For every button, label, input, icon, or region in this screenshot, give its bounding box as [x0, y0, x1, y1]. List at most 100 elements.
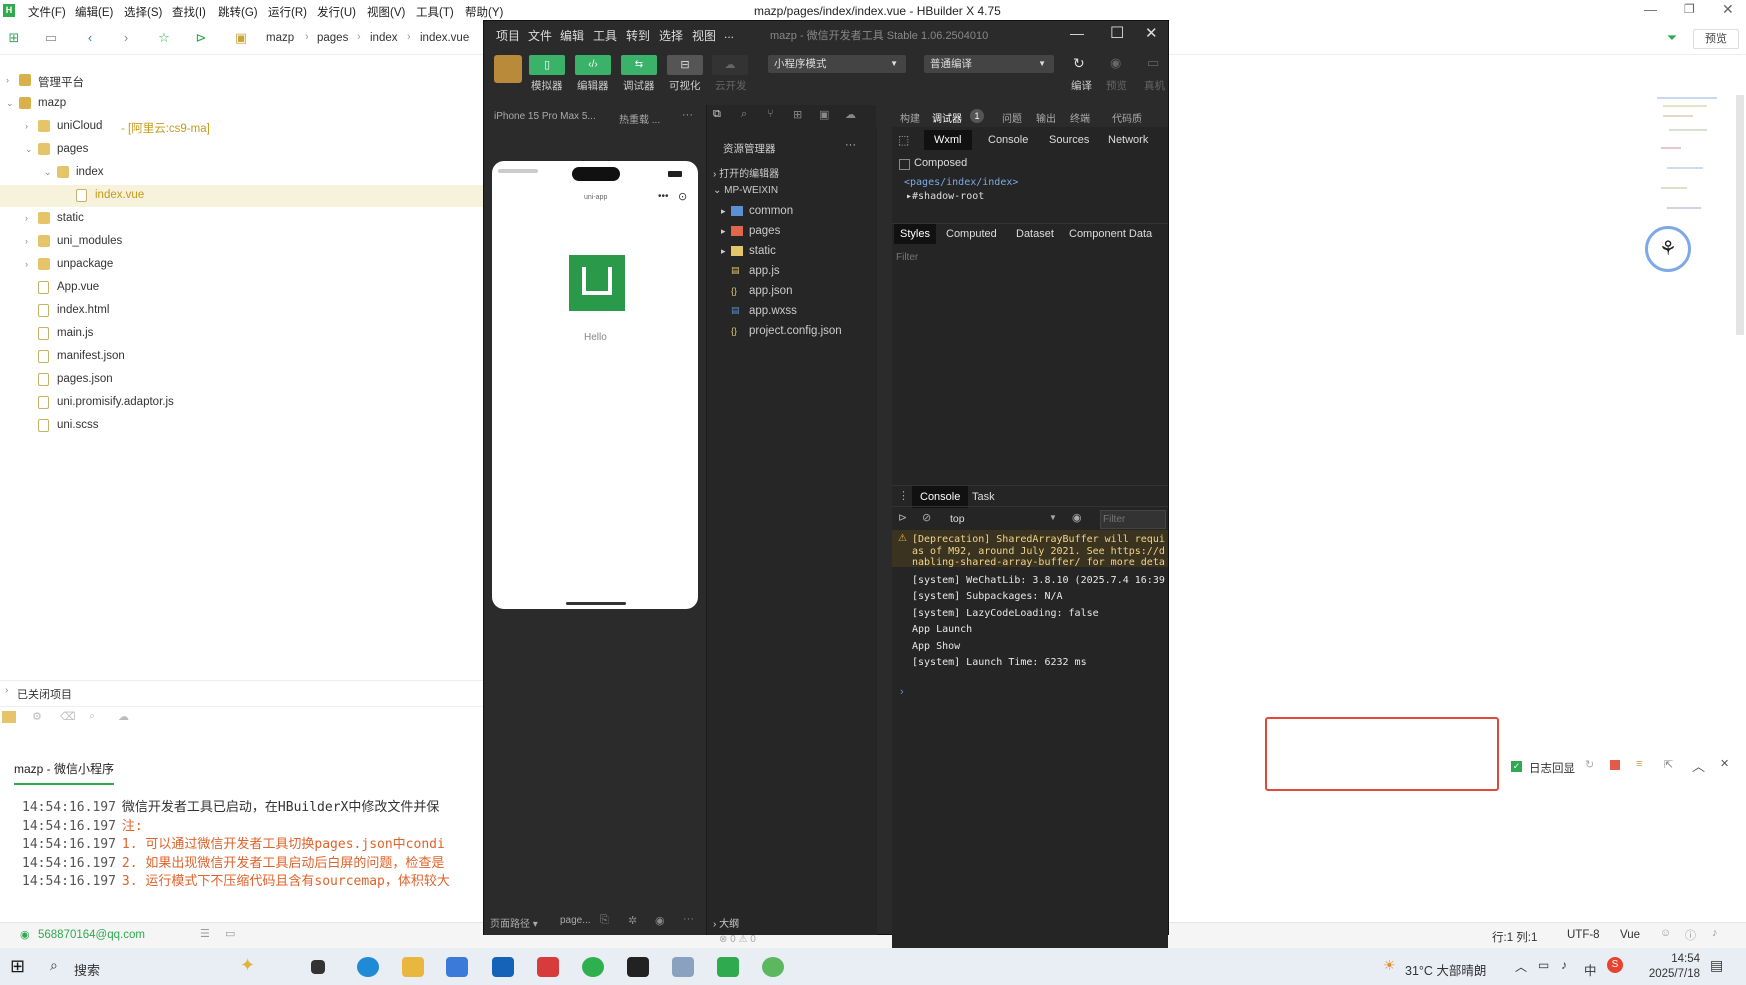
search-icon[interactable]: ⌕ [50, 957, 58, 974]
language[interactable]: Vue [1620, 929, 1640, 941]
device-icon[interactable]: ▭ [1147, 55, 1159, 71]
chevron-down-icon[interactable]: ⌄ [6, 98, 14, 109]
stop-icon[interactable] [1610, 760, 1620, 770]
composed-checkbox[interactable] [899, 159, 910, 170]
explorer-item[interactable]: ▸ common [721, 205, 793, 225]
chevron-right-icon[interactable]: › [6, 75, 9, 85]
copy-files-icon[interactable]: ⧉ [713, 108, 721, 121]
wx-menu-edit[interactable]: 编辑 [560, 27, 584, 44]
menu-tools[interactable]: 工具(T) [416, 4, 454, 20]
store-icon[interactable] [446, 957, 468, 977]
task-view-icon[interactable] [311, 960, 325, 974]
explorer-item[interactable]: ▸ static [721, 245, 776, 265]
tree-item[interactable]: uni.promisify.adaptor.js [0, 392, 484, 414]
editor-button[interactable]: ‹/› [575, 55, 611, 75]
error-count[interactable]: ⊗ 0 ⚠ 0 [719, 934, 756, 945]
explorer-item[interactable]: ▤ app.wxss [721, 305, 797, 325]
page-path-select[interactable]: 页面路径 ▾ [490, 915, 538, 930]
tree-item[interactable]: index.vue [0, 185, 484, 207]
capsule-more-icon[interactable]: ••• [658, 191, 669, 202]
wechat-icon[interactable] [582, 957, 604, 977]
plugin-icon[interactable]: ⚙ [32, 710, 42, 723]
cursor-position[interactable]: 行:1 列:1 [1492, 929, 1537, 945]
tree-item[interactable]: ⌄ mazp [0, 93, 484, 115]
wx-avatar[interactable] [494, 55, 522, 83]
wrap-icon[interactable]: ≡ [1636, 758, 1642, 770]
folder-icon[interactable] [2, 711, 16, 723]
simulator-button[interactable]: ▯ [529, 55, 565, 75]
tab-build[interactable]: 构建 [900, 110, 920, 125]
menu-edit[interactable]: 编辑(E) [75, 4, 113, 20]
clock-date[interactable]: 2025/7/18 [1620, 968, 1700, 980]
copy-icon[interactable]: ⎘ [600, 914, 609, 927]
console-prompt-icon[interactable]: › [900, 686, 904, 698]
git-icon[interactable]: ⑂ [767, 108, 774, 120]
file-explorer-icon[interactable] [402, 957, 424, 977]
back-icon[interactable]: ‹ [82, 30, 98, 46]
breadcrumb-mazp[interactable]: mazp [266, 32, 294, 44]
chevron-down-icon[interactable]: ⌄ [25, 144, 33, 155]
outlook-icon[interactable] [492, 957, 514, 977]
wx-menu-more[interactable]: ... [724, 27, 734, 41]
wx-menu-view[interactable]: 视图 [692, 27, 716, 44]
breadcrumb-file[interactable]: index.vue [420, 32, 469, 44]
tree-item[interactable]: main.js [0, 323, 484, 345]
shadow-root-node[interactable]: ▸#shadow-root [906, 191, 984, 202]
explorer-item[interactable]: ▸ pages [721, 225, 780, 245]
device-select[interactable]: iPhone 15 Pro Max 5... [494, 111, 596, 122]
trash-icon[interactable]: ⌫ [60, 710, 76, 723]
filter-icon[interactable]: ⏷ [1664, 30, 1680, 46]
chat-app-icon[interactable] [762, 957, 784, 977]
scrollbar[interactable] [1736, 95, 1744, 335]
tree-item[interactable]: › static [0, 208, 484, 230]
menu-goto[interactable]: 跳转(G) [218, 4, 258, 20]
screen-icon[interactable] [672, 957, 694, 977]
drawer-tab-task[interactable]: Task [972, 491, 995, 503]
notification-icon[interactable]: ▤ [1710, 957, 1723, 974]
restore-icon[interactable]: ❐ [1684, 2, 1695, 16]
taskbar-search[interactable]: 搜索 [74, 960, 100, 979]
explorer-item[interactable]: {} project.config.json [721, 325, 842, 345]
hbuilder-icon[interactable] [717, 957, 739, 977]
windows-start-icon[interactable]: ⊞ [10, 956, 25, 977]
chevron-right-icon[interactable]: › [25, 213, 28, 223]
tab-output[interactable]: 输出 [1036, 110, 1056, 125]
preview-icon[interactable]: ◉ [1110, 55, 1121, 71]
edge-icon[interactable] [357, 957, 379, 977]
tab-computed[interactable]: Computed [946, 228, 997, 240]
restart-icon[interactable]: ↻ [1585, 758, 1594, 771]
tree-item[interactable]: › uniCloud - [阿里云:cs9-ma] [0, 116, 484, 138]
tree-item[interactable]: uni.scss [0, 415, 484, 437]
explorer-item[interactable]: ▤ app.js [721, 265, 780, 285]
search-icon[interactable]: ⌕ [89, 710, 95, 723]
minimap[interactable] [1655, 95, 1735, 225]
hot-reload[interactable]: 热重载 ... [619, 111, 660, 126]
close-icon[interactable]: ✕ [1722, 1, 1734, 18]
tray-up-icon[interactable]: ︿ [1515, 958, 1527, 975]
chevron-right-icon[interactable]: › [25, 121, 28, 131]
tab-sources[interactable]: Sources [1049, 134, 1089, 146]
context-select[interactable]: top [950, 513, 965, 525]
wx-menu-project[interactable]: 项目 [496, 27, 520, 44]
wx-menu-goto[interactable]: 转到 [626, 27, 650, 44]
new-file-icon[interactable]: ⊞ [6, 30, 22, 46]
root-row[interactable]: ⌄ MP-WEIXIN [713, 185, 778, 205]
compile-select[interactable]: 普通编译 ▼ [924, 55, 1054, 73]
wx-maximize-icon[interactable]: ☐ [1110, 23, 1124, 43]
ime-indicator[interactable]: 中 [1584, 960, 1597, 979]
wxml-node[interactable]: <pages/index/index> [904, 177, 1018, 188]
tree-item[interactable]: › uni_modules [0, 231, 484, 253]
tree-item[interactable]: ⌄ pages [0, 139, 484, 161]
chat-icon[interactable]: ☺ [1660, 927, 1671, 939]
menu-file[interactable]: 文件(F) [28, 4, 66, 20]
tab-network[interactable]: Network [1108, 134, 1148, 146]
image-icon[interactable]: ▣ [819, 108, 829, 121]
breadcrumb-pages[interactable]: pages [317, 32, 348, 44]
more-icon[interactable]: ··· [682, 109, 693, 121]
debugger-button[interactable]: ⇆ [621, 55, 657, 75]
chevron-right-icon[interactable]: › [25, 236, 28, 246]
volume-icon[interactable]: ♪ [1561, 958, 1567, 972]
search-icon[interactable]: ⌕ [741, 108, 747, 121]
tab-component-data[interactable]: Component Data [1069, 228, 1152, 240]
extensions-icon[interactable]: ⊞ [793, 108, 802, 121]
